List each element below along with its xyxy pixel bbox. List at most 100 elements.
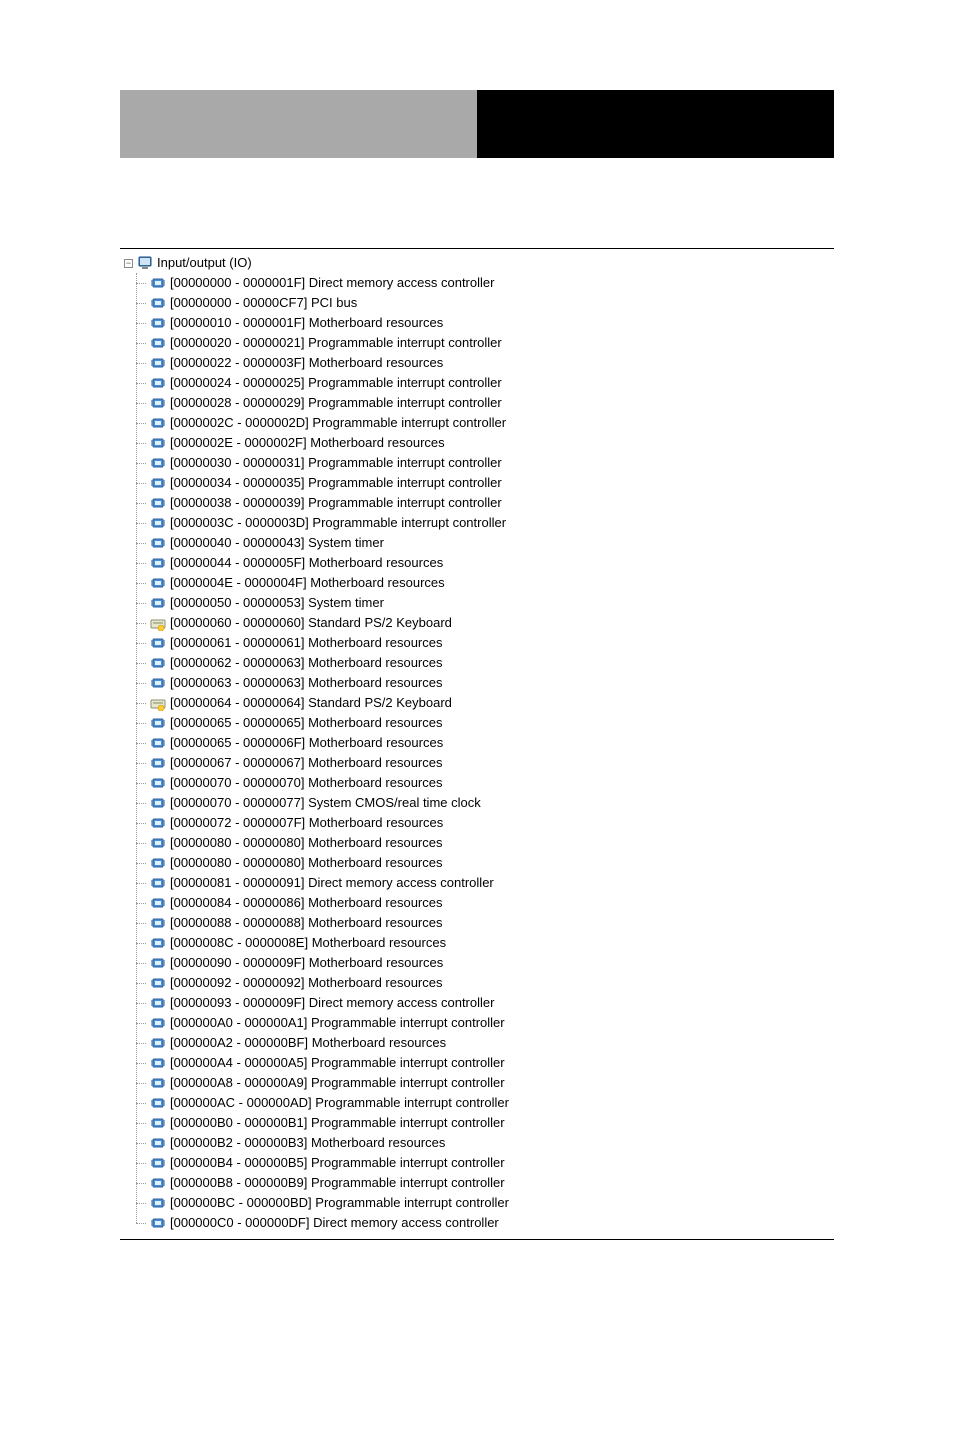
device-name: Programmable interrupt controller [312,413,506,433]
tree-item[interactable]: [00000065 - 0000006F] Motherboard resour… [146,733,834,753]
io-range: [0000002E - 0000002F] [170,433,307,453]
device-name: Motherboard resources [308,773,442,793]
tree-item[interactable]: [00000038 - 00000039] Programmable inter… [146,493,834,513]
device-name: Programmable interrupt controller [308,453,502,473]
io-range: [000000A2 - 000000BF] [170,1033,308,1053]
device-name: Motherboard resources [308,893,442,913]
tree-item[interactable]: [00000030 - 00000031] Programmable inter… [146,453,834,473]
tree-item[interactable]: [00000060 - 00000060] Standard PS/2 Keyb… [146,613,834,633]
tree-item[interactable]: [00000090 - 0000009F] Motherboard resour… [146,953,834,973]
tree-item[interactable]: [00000061 - 00000061] Motherboard resour… [146,633,834,653]
chip-icon [150,1195,166,1211]
device-name: Programmable interrupt controller [311,1053,505,1073]
chip-icon [150,875,166,891]
io-range: [0000003C - 0000003D] [170,513,309,533]
tree-item[interactable]: [00000080 - 00000080] Motherboard resour… [146,853,834,873]
tree-item[interactable]: [0000004E - 0000004F] Motherboard resour… [146,573,834,593]
tree-item[interactable]: [00000081 - 00000091] Direct memory acce… [146,873,834,893]
tree-item[interactable]: [000000A4 - 000000A5] Programmable inter… [146,1053,834,1073]
tree-item[interactable]: [0000002C - 0000002D] Programmable inter… [146,413,834,433]
device-name: System timer [308,533,384,553]
tree-item[interactable]: [00000070 - 00000077] System CMOS/real t… [146,793,834,813]
io-range: [000000AC - 000000AD] [170,1093,312,1113]
io-range: [00000090 - 0000009F] [170,953,305,973]
tree-item[interactable]: [00000093 - 0000009F] Direct memory acce… [146,993,834,1013]
tree-item[interactable]: [00000050 - 00000053] System timer [146,593,834,613]
tree-item[interactable]: [00000022 - 0000003F] Motherboard resour… [146,353,834,373]
tree-item[interactable]: [00000064 - 00000064] Standard PS/2 Keyb… [146,693,834,713]
chip-icon [150,895,166,911]
chip-icon [150,795,166,811]
io-range: [000000B4 - 000000B5] [170,1153,307,1173]
tree-item[interactable]: [00000020 - 00000021] Programmable inter… [146,333,834,353]
chip-icon [150,775,166,791]
tree-item[interactable]: [00000070 - 00000070] Motherboard resour… [146,773,834,793]
tree-item[interactable]: [0000003C - 0000003D] Programmable inter… [146,513,834,533]
tree-item[interactable]: [000000B4 - 000000B5] Programmable inter… [146,1153,834,1173]
tree-item[interactable]: [00000000 - 00000CF7] PCI bus [146,293,834,313]
device-name: Standard PS/2 Keyboard [308,613,452,633]
device-name: Programmable interrupt controller [308,393,502,413]
tree-item[interactable]: [00000024 - 00000025] Programmable inter… [146,373,834,393]
device-name: Motherboard resources [309,813,443,833]
io-range: [0000004E - 0000004F] [170,573,307,593]
collapse-icon[interactable]: − [124,259,133,268]
device-name: Motherboard resources [309,313,443,333]
tree-item[interactable]: [00000028 - 00000029] Programmable inter… [146,393,834,413]
device-name: Programmable interrupt controller [311,1173,505,1193]
io-range: [00000010 - 0000001F] [170,313,305,333]
tree-item[interactable]: [000000A8 - 000000A9] Programmable inter… [146,1073,834,1093]
tree-item[interactable]: [00000063 - 00000063] Motherboard resour… [146,673,834,693]
tree-item[interactable]: [00000044 - 0000005F] Motherboard resour… [146,553,834,573]
tree-item[interactable]: [000000A2 - 000000BF] Motherboard resour… [146,1033,834,1053]
chip-icon [150,395,166,411]
chip-icon [150,375,166,391]
tree-item[interactable]: [000000B8 - 000000B9] Programmable inter… [146,1173,834,1193]
io-range: [00000070 - 00000070] [170,773,304,793]
tree-item[interactable]: [000000B2 - 000000B3] Motherboard resour… [146,1133,834,1153]
computer-icon [137,255,153,271]
tree-item[interactable]: [000000B0 - 000000B1] Programmable inter… [146,1113,834,1133]
device-name: System timer [308,593,384,613]
io-range: [00000028 - 00000029] [170,393,304,413]
tree-item[interactable]: [00000010 - 0000001F] Motherboard resour… [146,313,834,333]
tree-item[interactable]: [000000A0 - 000000A1] Programmable inter… [146,1013,834,1033]
io-range: [00000084 - 00000086] [170,893,304,913]
tree-item[interactable]: [00000067 - 00000067] Motherboard resour… [146,753,834,773]
chip-icon [150,515,166,531]
tree-item[interactable]: [000000AC - 000000AD] Programmable inter… [146,1093,834,1113]
tree-item[interactable]: [00000040 - 00000043] System timer [146,533,834,553]
device-tree-panel: − Input/output (IO) [00000000 - 0000001F… [120,248,834,1240]
tree-item[interactable]: [00000072 - 0000007F] Motherboard resour… [146,813,834,833]
tree-item[interactable]: [00000000 - 0000001F] Direct memory acce… [146,273,834,293]
io-range: [000000B2 - 000000B3] [170,1133,307,1153]
chip-icon [150,1055,166,1071]
tree-item[interactable]: [00000088 - 00000088] Motherboard resour… [146,913,834,933]
io-range: [00000040 - 00000043] [170,533,304,553]
tree-root-label: Input/output (IO) [157,253,252,273]
device-name: Standard PS/2 Keyboard [308,693,452,713]
io-range: [00000030 - 00000031] [170,453,304,473]
tree-item[interactable]: [00000080 - 00000080] Motherboard resour… [146,833,834,853]
tree-item[interactable]: [0000008C - 0000008E] Motherboard resour… [146,933,834,953]
chip-icon [150,1155,166,1171]
tree-item[interactable]: [00000034 - 00000035] Programmable inter… [146,473,834,493]
tree-item[interactable]: [000000C0 - 000000DF] Direct memory acce… [146,1213,834,1233]
header-right-panel [477,90,834,158]
tree-item[interactable]: [000000BC - 000000BD] Programmable inter… [146,1193,834,1213]
device-name: Programmable interrupt controller [311,1073,505,1093]
tree-item[interactable]: [00000065 - 00000065] Motherboard resour… [146,713,834,733]
io-range: [00000034 - 00000035] [170,473,304,493]
device-name: PCI bus [311,293,357,313]
device-name: Motherboard resources [308,913,442,933]
device-name: Motherboard resources [308,653,442,673]
tree-root-io[interactable]: − Input/output (IO) [120,253,834,273]
tree-item[interactable]: [00000092 - 00000092] Motherboard resour… [146,973,834,993]
header-left-panel [120,90,477,158]
tree-item[interactable]: [00000062 - 00000063] Motherboard resour… [146,653,834,673]
tree-item[interactable]: [0000002E - 0000002F] Motherboard resour… [146,433,834,453]
chip-icon [150,995,166,1011]
device-name: Direct memory access controller [309,993,495,1013]
io-range: [00000070 - 00000077] [170,793,304,813]
tree-item[interactable]: [00000084 - 00000086] Motherboard resour… [146,893,834,913]
